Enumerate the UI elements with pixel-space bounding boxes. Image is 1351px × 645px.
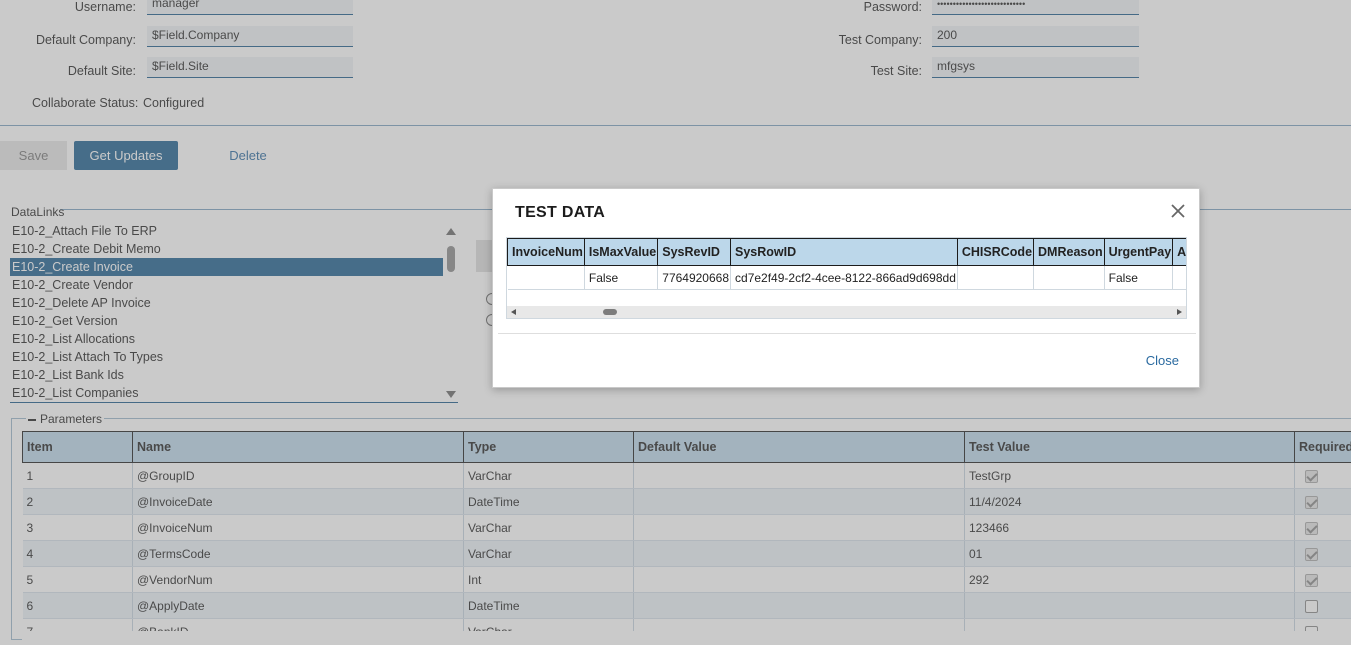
- cell-sysrevid: 7764920668: [657, 265, 732, 290]
- test-data-grid[interactable]: InvoiceNum IsMaxValue SysRevID SysRowID …: [506, 237, 1187, 319]
- column-header-sysrowid[interactable]: SysRowID: [730, 238, 958, 266]
- close-icon[interactable]: [1169, 202, 1187, 220]
- column-header-dmreason[interactable]: DMReason: [1033, 238, 1105, 266]
- grid-horizontal-scrollbar[interactable]: [507, 306, 1186, 318]
- column-header-chisrcode[interactable]: CHISRCode: [956, 238, 1035, 266]
- test-data-dialog: TEST DATA InvoiceNum IsMaxValue SysRevID…: [492, 188, 1200, 388]
- column-header-ismaxvalue[interactable]: IsMaxValue: [583, 238, 659, 266]
- chevron-left-icon[interactable]: [511, 309, 516, 315]
- cell-more: [1172, 265, 1186, 290]
- dialog-title: TEST DATA: [515, 204, 606, 221]
- cell-dmreason: [1033, 265, 1105, 290]
- column-header-invoicenum[interactable]: InvoiceNum: [507, 238, 585, 266]
- scrollbar-thumb[interactable]: [603, 309, 617, 315]
- column-header-sysrevid[interactable]: SysRevID: [657, 238, 732, 266]
- cell-urgentpay: False: [1104, 265, 1174, 290]
- chevron-right-icon[interactable]: [1177, 309, 1182, 315]
- dialog-divider: [498, 333, 1196, 334]
- table-row[interactable]: False 7764920668 cd7e2f49-2cf2-4cee-8122…: [507, 265, 1186, 290]
- cell-chisrcode: [957, 265, 1035, 290]
- column-header-urgentpay[interactable]: UrgentPay: [1103, 238, 1174, 266]
- cell-ismaxvalue: False: [584, 265, 659, 290]
- test-data-table: InvoiceNum IsMaxValue SysRevID SysRowID …: [507, 238, 1186, 290]
- cell-invoicenum: [507, 265, 585, 290]
- cell-sysrowid: cd7e2f49-2cf2-4cee-8122-866ad9d698dd: [730, 265, 958, 290]
- column-header-more[interactable]: A: [1172, 238, 1186, 266]
- close-button[interactable]: Close: [1146, 353, 1179, 368]
